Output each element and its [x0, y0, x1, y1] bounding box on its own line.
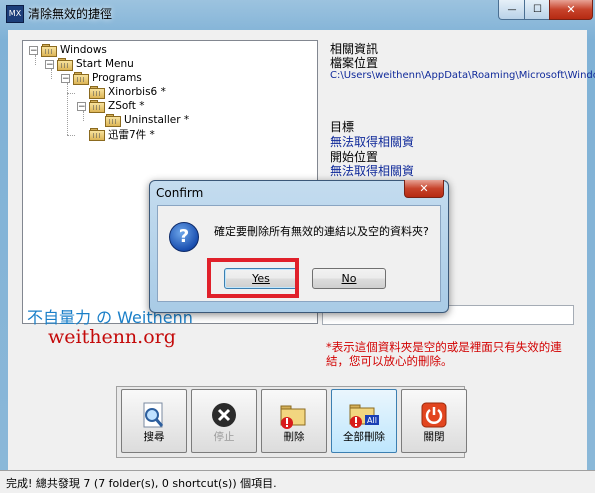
window-title: 清除無效的捷徑 [28, 7, 113, 21]
dialog-close-button[interactable]: ✕ [404, 180, 444, 198]
action-toolbar: 搜尋 停止 刪除 All 全部刪除 關閉 [116, 386, 467, 458]
file-location-value: C:\Users\weithenn\AppData\Roaming\Micros… [330, 70, 595, 81]
close-window-button[interactable]: ✕ [549, 0, 593, 20]
search-button[interactable]: 搜尋 [121, 389, 187, 453]
folder-icon [105, 114, 121, 127]
no-button[interactable]: No [312, 268, 386, 289]
tree-node-label: 迅雷7件 * [108, 128, 155, 141]
folder-icon [41, 44, 57, 57]
question-icon: ? [169, 222, 199, 252]
tree-node[interactable]: − ZSoft * [77, 99, 145, 113]
delete-button-label: 刪除 [283, 431, 305, 443]
collapse-icon[interactable]: − [77, 101, 86, 111]
delete-all-button[interactable]: All 全部刪除 [331, 389, 397, 453]
close-button-label: 關閉 [423, 431, 445, 443]
start-in-value: 無法取得相關資 [330, 164, 415, 178]
folder-icon [89, 100, 105, 113]
minimize-icon: — [507, 4, 517, 15]
tree-node[interactable]: − Windows [29, 43, 107, 57]
tree-node-label: Start Menu [76, 58, 134, 70]
close-button[interactable]: 關閉 [401, 389, 467, 453]
search-button-label: 搜尋 [143, 431, 165, 443]
tree-node-label: Uninstaller * [124, 114, 190, 126]
folder-icon [89, 86, 105, 99]
dialog-title: Confirm [156, 186, 204, 200]
folder-icon [73, 72, 89, 85]
app-icon: MX [6, 5, 24, 23]
dialog-message: 確定要刪除所有無效的連結以及空的資料夾? [214, 225, 429, 238]
tree-node[interactable]: − Start Menu [45, 57, 134, 71]
title-bar: MX 清除無效的捷徑 — ☐ ✕ [0, 0, 595, 26]
close-icon: ✕ [566, 3, 576, 16]
watermark-url: weithenn.org [48, 326, 176, 348]
confirm-dialog: Confirm ✕ ? 確定要刪除所有無效的連結以及空的資料夾? Yes No [149, 180, 449, 313]
maximize-icon: ☐ [533, 4, 542, 15]
delete-folder-icon [280, 405, 306, 429]
close-icon: ✕ [419, 182, 429, 195]
collapse-icon[interactable]: − [61, 73, 70, 83]
collapse-icon[interactable]: − [45, 59, 54, 69]
stop-icon [212, 403, 236, 427]
tree-node-label: Windows [60, 44, 107, 56]
status-text: 完成! 總共發現 7 (7 folder(s), 0 shortcut(s)) … [6, 477, 277, 490]
tree-node-label: Xinorbis6 * [108, 86, 166, 98]
stop-button[interactable]: 停止 [191, 389, 257, 453]
collapse-icon[interactable]: − [29, 45, 38, 55]
delete-all-button-label: 全部刪除 [343, 431, 385, 443]
delete-button[interactable]: 刪除 [261, 389, 327, 453]
no-button-label: No [341, 272, 357, 285]
dialog-body: ? 確定要刪除所有無效的連結以及空的資料夾? Yes No [157, 205, 441, 302]
stop-button-label: 停止 [213, 431, 235, 443]
delete-all-icon: All [349, 404, 379, 428]
yes-highlight-box [207, 258, 299, 298]
status-bar: 完成! 總共發現 7 (7 folder(s), 0 shortcut(s)) … [0, 470, 595, 493]
tree-node[interactable]: Uninstaller * [105, 113, 189, 127]
tree-node-label: ZSoft * [108, 100, 145, 112]
tree-node-label: Programs [92, 72, 142, 84]
empty-folder-note: *表示這個資料夾是空的或是裡面只有失效的連結，您可以放心的刪除。 [326, 340, 562, 368]
folder-icon [89, 128, 105, 141]
search-icon [143, 402, 164, 428]
tree-node[interactable]: 迅雷7件 * [89, 127, 155, 141]
folder-icon [57, 58, 73, 71]
power-icon [421, 402, 447, 428]
tree-node[interactable]: − Programs [61, 71, 142, 85]
tree-node[interactable]: Xinorbis6 * [89, 85, 166, 99]
minimize-button[interactable]: — [498, 0, 526, 20]
svg-text:All: All [367, 416, 377, 425]
file-location-label: 檔案位置 [330, 56, 379, 70]
maximize-button[interactable]: ☐ [524, 0, 551, 20]
